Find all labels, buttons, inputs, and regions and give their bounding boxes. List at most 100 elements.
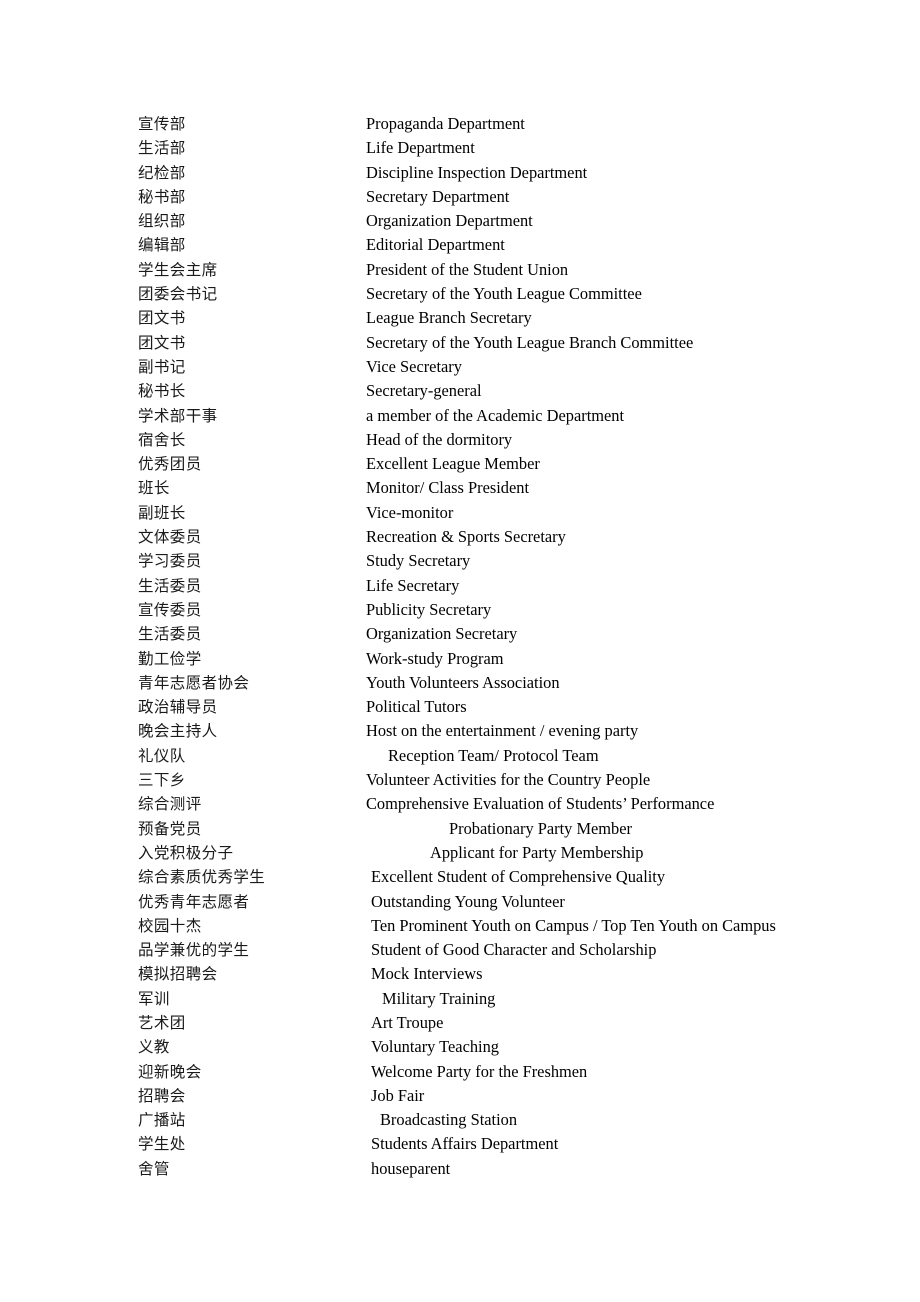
term-chinese: 舍管: [138, 1159, 170, 1178]
term-english: Publicity Secretary: [366, 599, 492, 619]
term-chinese: 综合测评: [138, 795, 202, 814]
term-english: a member of the Academic Department: [366, 405, 625, 425]
term-chinese: 学生会主席: [138, 260, 218, 279]
glossary-row: 综合测评 Comprehensive Evaluation of Students…: [138, 792, 878, 816]
glossary-row: 迎新晚会 Welcome Party for the Freshmen: [138, 1060, 878, 1084]
glossary-row: 文体委员 Recreation & Sports Secretary: [138, 525, 878, 549]
term-english: Probationary Party Member: [449, 818, 632, 838]
glossary-row: 军训 Military Training: [138, 987, 878, 1011]
term-chinese: 品学兼优的学生: [138, 941, 250, 960]
glossary-row: 模拟招聘会 Mock Interviews: [138, 962, 878, 986]
document-page: 宣传部 Propaganda Department 生活部 Life Departme…: [0, 0, 920, 1302]
term-chinese: 学习委员: [138, 552, 202, 571]
term-chinese: 招聘会: [138, 1086, 186, 1105]
term-chinese: 团文书: [138, 309, 186, 328]
term-english: Secretary of the Youth League Committee: [366, 284, 642, 304]
glossary-row: 生活部 Life Department: [138, 136, 878, 160]
glossary-row: 纪检部 Discipline Inspection Department: [138, 161, 878, 185]
term-english: Broadcasting Station: [380, 1110, 518, 1130]
term-chinese: 学生处: [138, 1135, 186, 1154]
term-english: Discipline Inspection Department: [366, 162, 588, 182]
glossary-row: 勤工俭学 Work-study Program: [138, 647, 878, 671]
glossary-row: 青年志愿者协会 Youth Volunteers Association: [138, 671, 878, 695]
glossary-row: 舍管 houseparent: [138, 1157, 878, 1181]
term-english: Ten Prominent Youth on Campus / Top Ten …: [371, 915, 776, 935]
glossary-row: 副班长 Vice-monitor: [138, 501, 878, 525]
glossary-row: 班长 Monitor/ Class President: [138, 476, 878, 500]
term-english: Voluntary Teaching: [371, 1037, 499, 1057]
term-chinese: 纪检部: [138, 163, 186, 182]
glossary-row: 广播站 Broadcasting Station: [138, 1108, 878, 1132]
term-english: Recreation & Sports Secretary: [366, 527, 566, 547]
term-chinese: 综合素质优秀学生: [138, 868, 266, 887]
glossary-row: 团文书 Secretary of the Youth League Branch …: [138, 331, 878, 355]
glossary-row: 秘书长 Secretary-general: [138, 379, 878, 403]
term-chinese: 宿舍长: [138, 430, 186, 449]
term-chinese: 副书记: [138, 357, 186, 376]
term-chinese: 义教: [138, 1038, 170, 1057]
glossary-row: 优秀团员 Excellent League Member: [138, 452, 878, 476]
glossary-row: 组织部 Organization Department: [138, 209, 878, 233]
term-english: President of the Student Union: [366, 259, 569, 279]
term-chinese: 军训: [138, 989, 170, 1008]
glossary-row: 三下乡 Volunteer Activities for the Country …: [138, 768, 878, 792]
glossary-row: 优秀青年志愿者 Outstanding Young Volunteer: [138, 890, 878, 914]
term-chinese: 迎新晚会: [138, 1062, 202, 1081]
term-chinese: 生活部: [138, 139, 186, 158]
glossary-row: 宣传部 Propaganda Department: [138, 112, 878, 136]
glossary-row: 宿舍长 Head of the dormitory: [138, 428, 878, 452]
glossary-row: 义教 Voluntary Teaching: [138, 1035, 878, 1059]
glossary-row: 生活委员 Organization Secretary: [138, 622, 878, 646]
term-chinese: 秘书长: [138, 382, 186, 401]
term-chinese: 团文书: [138, 333, 186, 352]
term-english: Outstanding Young Volunteer: [371, 891, 565, 911]
term-english: Mock Interviews: [371, 964, 483, 984]
glossary-row: 政治辅导员 Political Tutors: [138, 695, 878, 719]
term-english: Art Troupe: [371, 1012, 444, 1032]
glossary-row: 入党积极分子 Applicant for Party Membership: [138, 841, 878, 865]
term-english: Student of Good Character and Scholarshi…: [371, 940, 657, 960]
term-english: Youth Volunteers Association: [366, 672, 560, 692]
term-english: Excellent Student of Comprehensive Quali…: [371, 867, 666, 887]
glossary-row: 艺术团 Art Troupe: [138, 1011, 878, 1035]
term-chinese: 优秀青年志愿者: [138, 892, 250, 911]
term-chinese: 学术部干事: [138, 406, 218, 425]
term-chinese: 三下乡: [138, 771, 186, 790]
glossary-row: 校园十杰 Ten Prominent Youth on Campus / Top …: [138, 914, 878, 938]
term-chinese: 宣传部: [138, 115, 186, 133]
term-english: Editorial Department: [366, 235, 505, 255]
term-chinese: 副班长: [138, 503, 186, 522]
glossary-row: 团文书 League Branch Secretary: [138, 306, 878, 330]
term-chinese: 校园十杰: [138, 916, 202, 935]
term-english: Secretary Department: [366, 186, 510, 206]
term-chinese: 生活委员: [138, 576, 202, 595]
glossary-row: 学术部干事 a member of the Academic Department: [138, 404, 878, 428]
glossary-row: 招聘会 Job Fair: [138, 1084, 878, 1108]
term-english: Propaganda Department: [366, 114, 525, 133]
term-english: Work-study Program: [366, 648, 504, 668]
term-english: Organization Secretary: [366, 624, 518, 644]
term-chinese: 青年志愿者协会: [138, 673, 250, 692]
glossary-row: 学习委员 Study Secretary: [138, 549, 878, 573]
glossary-row: 生活委员 Life Secretary: [138, 574, 878, 598]
term-english: Applicant for Party Membership: [430, 842, 644, 862]
term-english: Job Fair: [371, 1085, 425, 1105]
term-english: Excellent League Member: [366, 454, 540, 474]
term-chinese: 优秀团员: [138, 455, 202, 474]
term-chinese: 秘书部: [138, 187, 186, 206]
term-chinese: 班长: [138, 479, 170, 498]
glossary-row: 秘书部 Secretary Department: [138, 185, 878, 209]
term-english: Host on the entertainment / evening part…: [366, 721, 639, 741]
glossary-row: 学生会主席 President of the Student Union: [138, 258, 878, 282]
term-chinese: 艺术团: [138, 1013, 186, 1032]
glossary-row: 综合素质优秀学生 Excellent Student of Comprehensi…: [138, 865, 878, 889]
term-english: Comprehensive Evaluation of Students’ Pe…: [366, 794, 715, 814]
term-chinese: 宣传委员: [138, 600, 202, 619]
term-chinese: 广播站: [138, 1111, 186, 1130]
term-chinese: 礼仪队: [138, 746, 186, 765]
term-chinese: 编辑部: [138, 236, 186, 255]
term-english: Volunteer Activities for the Country Peo…: [366, 770, 651, 790]
term-chinese: 入党积极分子: [138, 843, 234, 862]
glossary-row: 预备党员 Probationary Party Member: [138, 817, 878, 841]
term-chinese: 组织部: [138, 212, 186, 231]
